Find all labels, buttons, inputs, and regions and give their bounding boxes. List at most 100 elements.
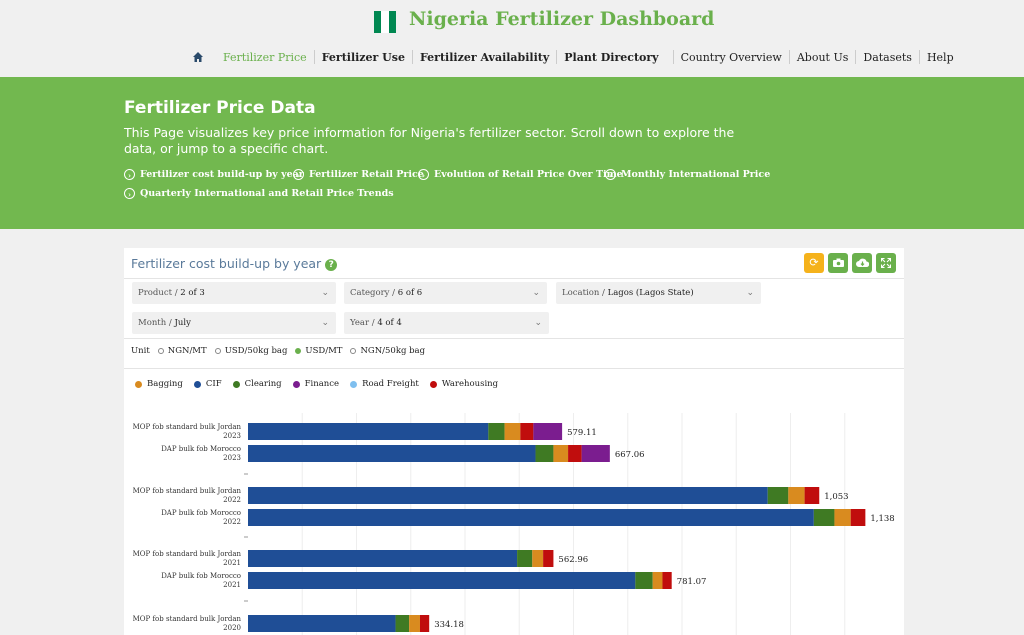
bar-segment-warehousing [520, 423, 534, 440]
bar-year-label: 2022 [223, 496, 241, 504]
nav-plant-directory[interactable]: Plant Directory [557, 51, 665, 64]
legend-dot [232, 380, 240, 388]
bar-year-label: 2023 [223, 454, 241, 462]
nav-about-us[interactable]: About Us [790, 51, 856, 64]
legend-label: Road Freight [362, 379, 419, 389]
legend-label: Finance [304, 379, 340, 389]
year-select[interactable]: Year / 4 of 4 ⌄ [344, 312, 549, 334]
cloud-download-icon[interactable] [852, 253, 872, 273]
unit-radio-ngn-mt[interactable] [157, 348, 164, 354]
bar-segment-bagging [553, 445, 569, 462]
bar-segment-cif [248, 487, 768, 504]
nav-country-overview[interactable]: Country Overview [674, 51, 789, 64]
legend-dot [193, 380, 201, 388]
chart-card: Fertilizer cost build-up by year? ⟳ Prod… [124, 248, 904, 635]
legend-label: Warehousing [441, 379, 499, 389]
home-icon[interactable] [192, 51, 204, 63]
chevron-down-icon: ⌄ [321, 288, 329, 298]
bar-segment-clearing [517, 550, 533, 567]
category-select[interactable]: Category / 6 of 6 ⌄ [344, 282, 547, 304]
bar-total-label: 334.18 [434, 620, 464, 630]
bar-year-label: 2021 [223, 559, 241, 567]
jump-link-monthly-international[interactable]: › Monthly International Price [605, 169, 770, 180]
legend-label: Clearing [244, 379, 282, 389]
bar-segment-clearing [767, 487, 789, 504]
nav-datasets[interactable]: Datasets [856, 51, 919, 64]
hero-banner: Fertilizer Price Data This Page visualiz… [0, 77, 1024, 229]
bar-segment-warehousing [850, 509, 866, 526]
nav-help[interactable]: Help [920, 51, 961, 64]
jump-link-cost-buildup[interactable]: › Fertilizer cost build-up by year [124, 169, 304, 180]
bar-segment-bagging [409, 615, 420, 632]
chart-legend: Bagging CIF Clearing Finance Road Freigh… [135, 379, 509, 389]
chart-card-title: Fertilizer cost build-up by year? [131, 256, 338, 271]
unit-radio-usd-50kg[interactable] [214, 348, 221, 354]
jump-link-retail-price[interactable]: › Fertilizer Retail Price [293, 169, 424, 180]
unit-selector: Unit NGN/MT USD/50kg bag USD/MT NGN/50kg… [131, 346, 425, 356]
bar-segment-cif [248, 550, 518, 567]
bar-segment-cif [248, 445, 536, 462]
page-title: Fertilizer Price Data [124, 98, 316, 118]
bar-segment-cif [248, 509, 814, 526]
jump-link-label: Quarterly International and Retail Price… [140, 188, 394, 199]
bar-segment-bagging [834, 509, 851, 526]
bar-segment-clearing [635, 572, 653, 589]
expand-icon[interactable] [876, 253, 896, 273]
unit-option-label: USD/MT [305, 346, 343, 356]
legend-item-finance[interactable]: Finance [292, 379, 340, 389]
bar-segment-warehousing [419, 615, 430, 632]
location-select[interactable]: Location / Lagos (Lagos State) ⌄ [556, 282, 761, 304]
jump-link-label: Fertilizer cost build-up by year [140, 169, 304, 180]
unit-radio-ngn-50kg[interactable] [350, 348, 357, 354]
chart-card-title-text: Fertilizer cost build-up by year [131, 256, 322, 271]
camera-icon[interactable] [828, 253, 848, 273]
bar-segment-clearing [535, 445, 554, 462]
category-select-value: 6 of 6 [397, 288, 423, 298]
product-select-value: 2 of 3 [180, 288, 205, 298]
top-header: Nigeria Fertilizer Dashboard Fertilizer … [0, 0, 1024, 77]
legend-item-clearing[interactable]: Clearing [232, 379, 282, 389]
nav-fertilizer-price[interactable]: Fertilizer Price [216, 51, 314, 64]
chevron-right-circle-icon: › [124, 169, 135, 180]
month-select-label: Month / [138, 318, 172, 328]
bar-segment-warehousing [543, 550, 554, 567]
bar-segment-cif [248, 572, 636, 589]
site-title[interactable]: Nigeria Fertilizer Dashboard [409, 8, 714, 30]
nav-fertilizer-availability[interactable]: Fertilizer Availability [413, 51, 556, 64]
chevron-right-circle-icon: › [124, 188, 135, 199]
nav-fertilizer-use[interactable]: Fertilizer Use [315, 51, 412, 64]
jump-link-evolution-retail[interactable]: › Evolution of Retail Price Over Time [418, 169, 623, 180]
refresh-icon[interactable]: ⟳ [804, 253, 824, 273]
unit-option-label: USD/50kg bag [224, 346, 288, 356]
bar-product-label: MOP fob standard bulk Jordan [133, 423, 242, 431]
bar-segment-clearing [488, 423, 505, 440]
bar-product-label: MOP fob standard bulk Jordan [133, 615, 242, 623]
bar-segment-warehousing [662, 572, 672, 589]
unit-radio-usd-mt[interactable] [295, 348, 302, 354]
bar-segment-clearing [395, 615, 410, 632]
main-nav: Fertilizer Price Fertilizer Use Fertiliz… [192, 48, 961, 66]
bar-product-label: DAP bulk fob Morocco [161, 509, 241, 517]
bar-segment-bagging [532, 550, 544, 567]
help-icon[interactable]: ? [325, 259, 338, 271]
divider [124, 338, 904, 339]
legend-label: CIF [205, 379, 222, 389]
product-select[interactable]: Product / 2 of 3 ⌄ [132, 282, 336, 304]
legend-dot [292, 380, 300, 388]
flag-stripe-right [388, 11, 396, 33]
page-description: This Page visualizes key price informati… [124, 125, 735, 156]
flag-stripe-middle [381, 11, 389, 33]
month-select[interactable]: Month / July ⌄ [132, 312, 336, 334]
legend-label: Bagging [147, 379, 183, 389]
legend-item-bagging[interactable]: Bagging [135, 379, 183, 389]
legend-item-warehousing[interactable]: Warehousing [429, 379, 499, 389]
legend-item-cif[interactable]: CIF [193, 379, 222, 389]
bar-year-label: 2023 [223, 432, 241, 440]
nigeria-flag-icon [374, 11, 396, 33]
product-select-label: Product / [138, 288, 178, 298]
chevron-down-icon: ⌄ [532, 288, 540, 298]
jump-link-quarterly-trends[interactable]: › Quarterly International and Retail Pric… [124, 188, 394, 199]
bar-year-label: 2020 [223, 624, 241, 632]
jump-link-label: Fertilizer Retail Price [309, 169, 424, 180]
legend-item-road-freight[interactable]: Road Freight [350, 379, 419, 389]
